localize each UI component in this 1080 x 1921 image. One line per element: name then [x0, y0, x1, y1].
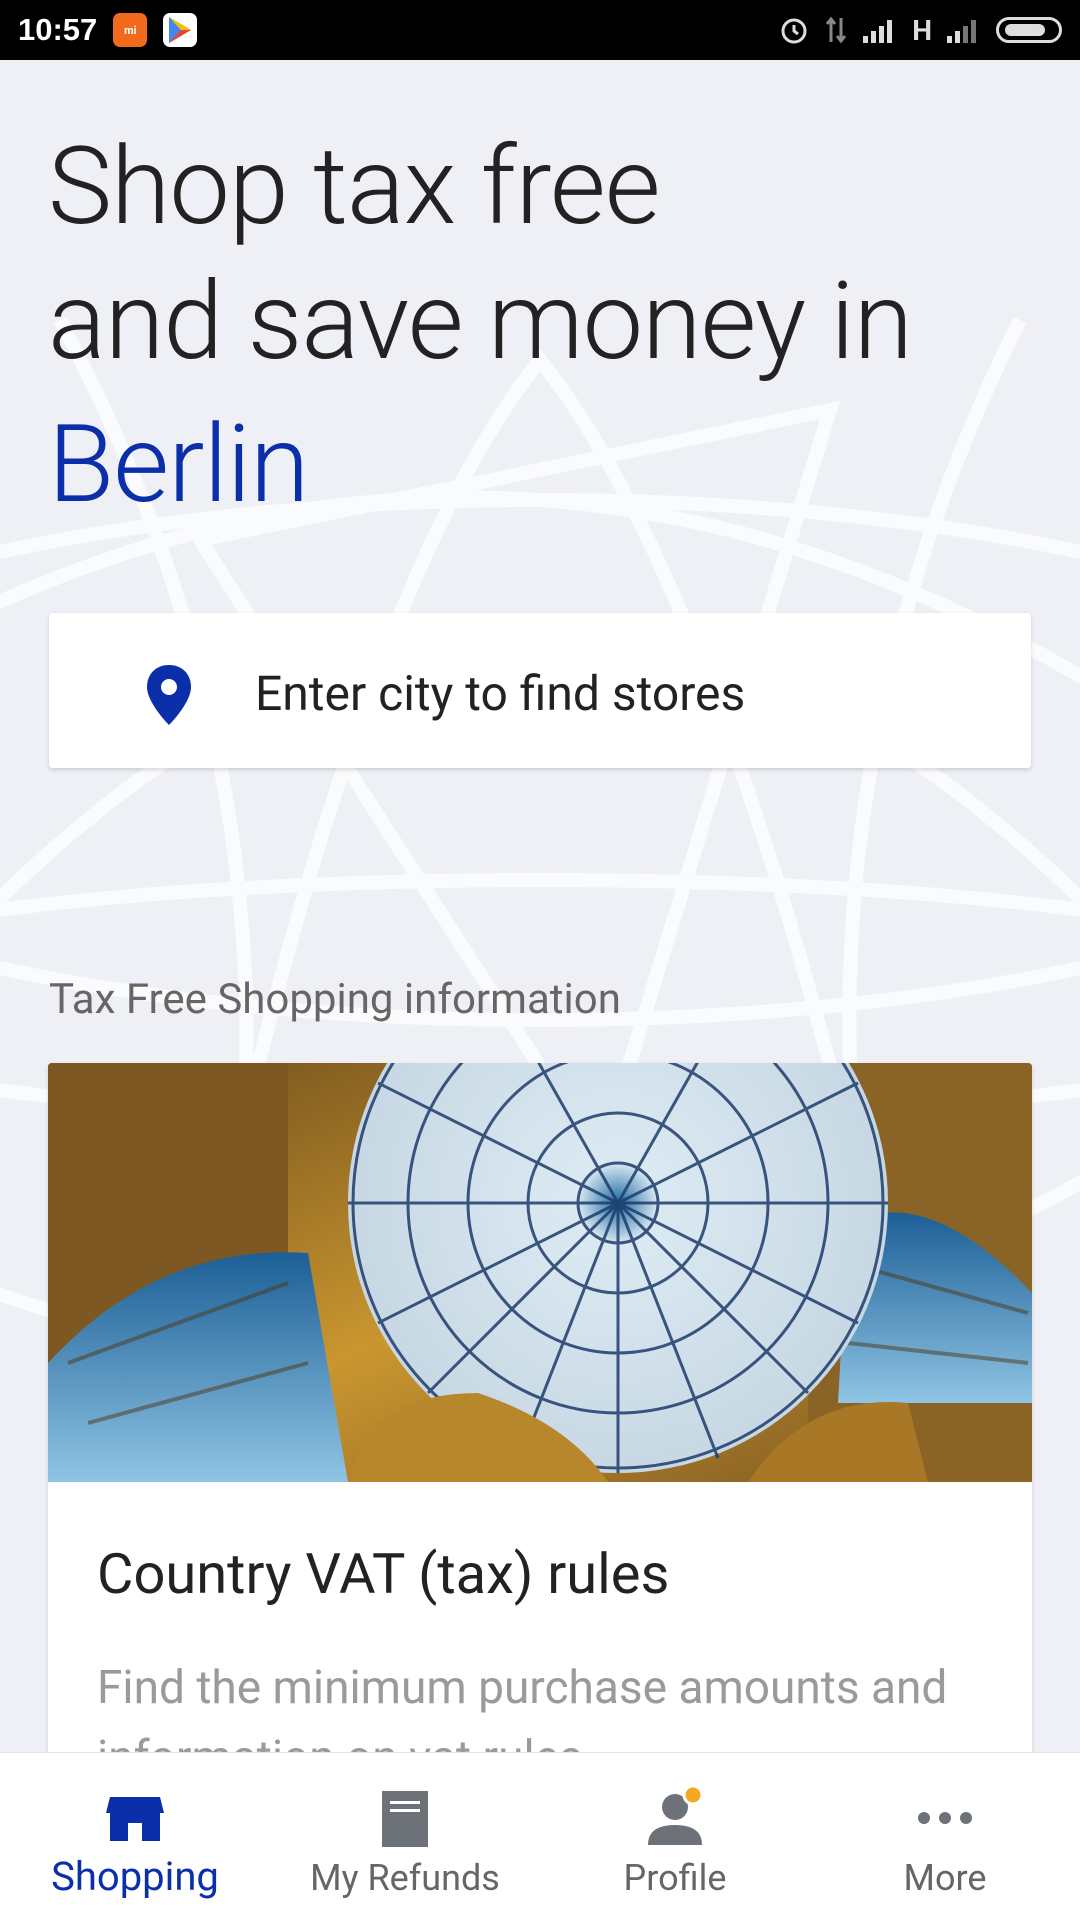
play-store-icon [163, 13, 198, 47]
status-time: 10:57 [18, 12, 98, 47]
nav-more[interactable]: More [810, 1753, 1080, 1921]
receipt-icon [382, 1791, 428, 1847]
nav-my-refunds[interactable]: My Refunds [270, 1753, 540, 1921]
shop-icon [106, 1797, 164, 1841]
alarm-icon [781, 18, 807, 44]
location-pin-icon [147, 665, 191, 725]
data-arrows-icon [826, 16, 847, 44]
more-dots-icon [918, 1812, 972, 1824]
network-type: H [912, 13, 932, 47]
nav-profile[interactable]: Profile [540, 1753, 810, 1921]
nav-profile-label: Profile [623, 1857, 727, 1899]
city-search-field[interactable]: Enter city to find stores [49, 613, 1031, 768]
signal-icon [863, 20, 893, 43]
galleria-dome-image [48, 1063, 1032, 1482]
mi-app-icon: mi [113, 13, 148, 47]
nav-shopping-label: Shopping [51, 1853, 219, 1900]
nav-more-label: More [903, 1857, 987, 1899]
section-title: Tax Free Shopping information [49, 975, 621, 1024]
vat-rules-card[interactable]: Country VAT (tax) rules Find the minimum… [48, 1063, 1032, 1763]
hero-city: Berlin [48, 402, 309, 528]
card-description: Find the minimum purchase amounts and in… [97, 1661, 948, 1763]
bottom-navigation: Shopping My Refunds Profile More [0, 1752, 1080, 1921]
profile-icon [648, 1784, 704, 1845]
hero-line-2: and save money in [48, 259, 913, 385]
nav-shopping[interactable]: Shopping [0, 1753, 270, 1921]
battery-icon [996, 17, 1062, 43]
signal-icon-2 [947, 20, 976, 43]
status-bar: 10:57 mi H [0, 0, 1080, 60]
hero-heading: Shop tax free and save money in Berlin [48, 120, 1048, 533]
search-placeholder: Enter city to find stores [255, 665, 746, 722]
nav-my-refunds-label: My Refunds [310, 1857, 500, 1899]
hero-line-1: Shop tax free [48, 124, 661, 250]
card-title: Country VAT (tax) rules [97, 1541, 670, 1607]
